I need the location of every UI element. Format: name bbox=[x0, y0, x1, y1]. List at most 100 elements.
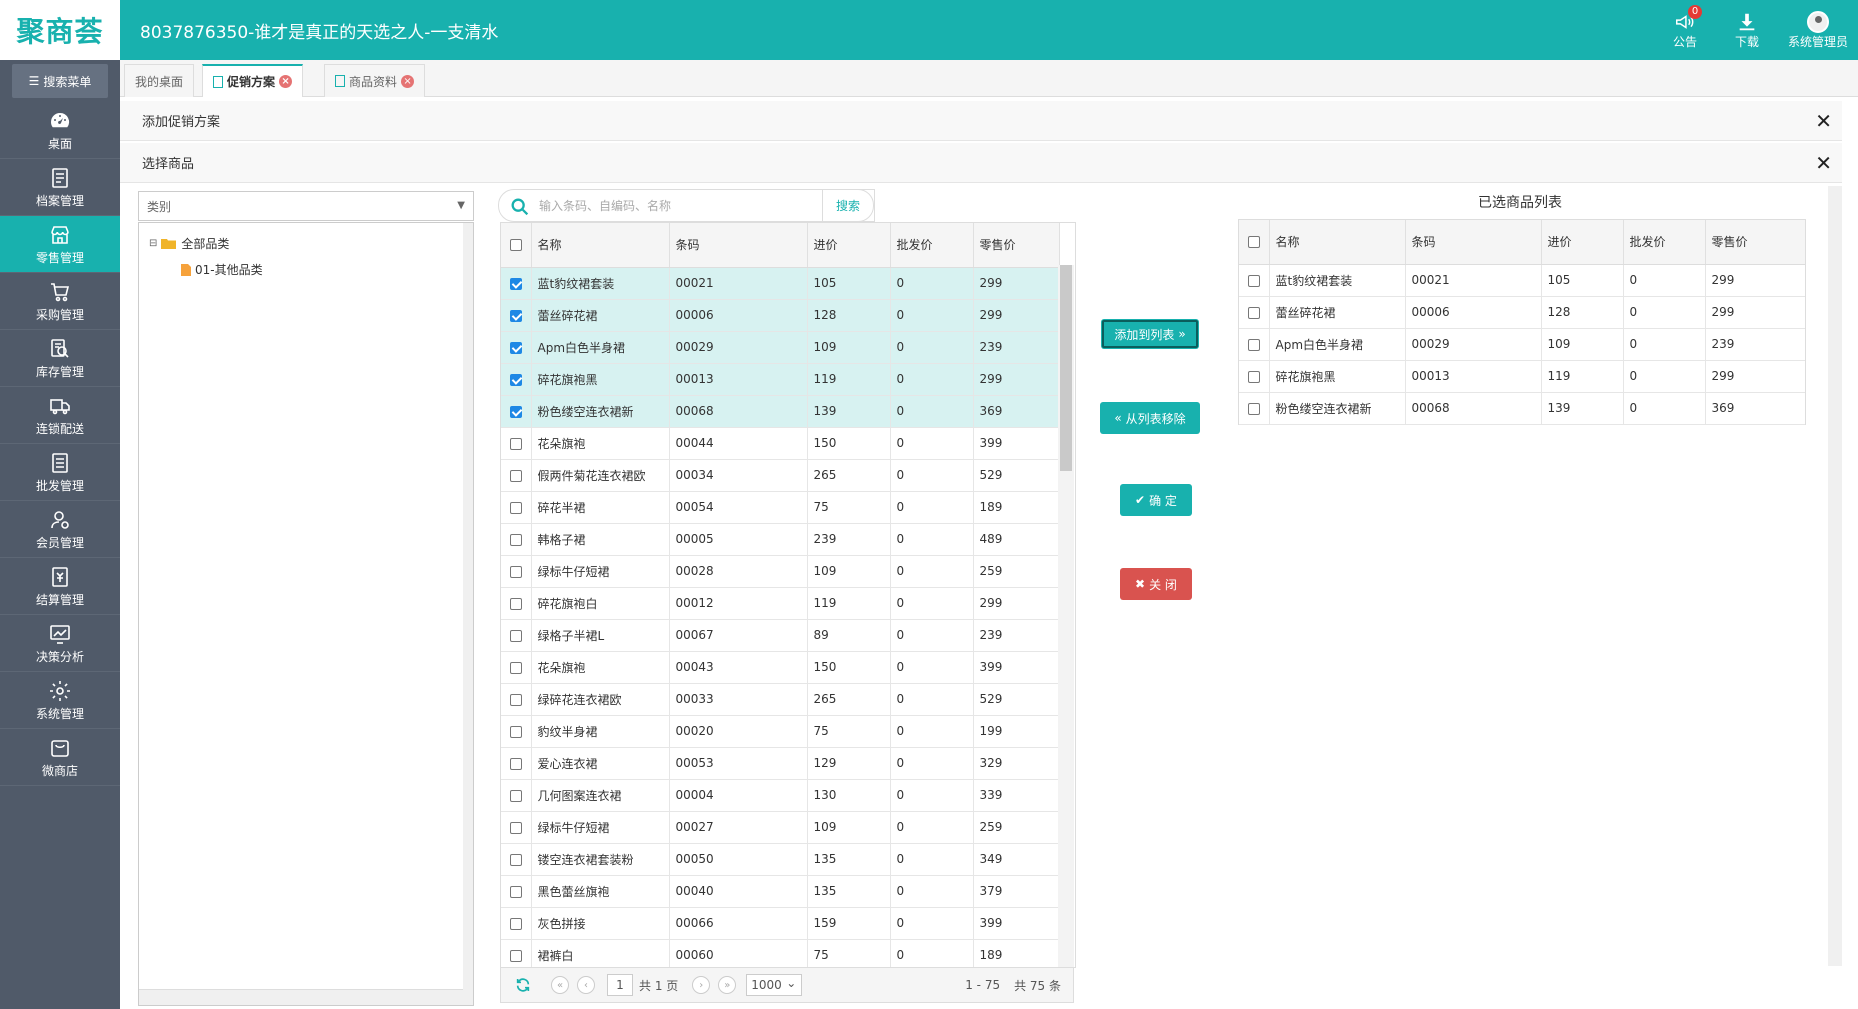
table-row[interactable]: 几何图案连衣裙 00004 130 0 339 bbox=[501, 779, 1060, 812]
scrollbar-thumb[interactable] bbox=[1060, 265, 1072, 471]
sidebar-item-purchase[interactable]: 采购管理 bbox=[0, 273, 120, 330]
sidebar-item-wholesale[interactable]: 批发管理 bbox=[0, 444, 120, 501]
column-header[interactable]: 零售价 bbox=[1705, 220, 1805, 265]
column-header[interactable]: 进价 bbox=[807, 223, 891, 268]
column-header[interactable]: 名称 bbox=[1269, 220, 1406, 265]
download-button[interactable]: 下载 bbox=[1716, 0, 1778, 60]
row-checkbox[interactable] bbox=[501, 875, 532, 908]
close-icon[interactable]: × bbox=[279, 75, 293, 88]
add-to-list-button[interactable]: 添加到列表 » bbox=[1101, 319, 1199, 349]
column-header[interactable]: 条码 bbox=[669, 223, 808, 268]
sidebar-item-chain-delivery[interactable]: 连锁配送 bbox=[0, 387, 120, 444]
column-header[interactable]: 名称 bbox=[531, 223, 670, 268]
row-checkbox[interactable] bbox=[501, 299, 532, 332]
category-select[interactable]: 类别 ▼ bbox=[138, 191, 474, 221]
tab-goods-info[interactable]: 商品资料 × bbox=[324, 64, 426, 97]
row-checkbox[interactable] bbox=[501, 523, 532, 556]
sidebar-item-retail[interactable]: 零售管理 bbox=[0, 216, 120, 273]
app-logo[interactable]: 聚商荟 bbox=[0, 0, 120, 60]
row-checkbox[interactable] bbox=[501, 907, 532, 940]
tree-horizontal-scrollbar[interactable] bbox=[139, 989, 463, 1005]
notice-button[interactable]: 0 公告 bbox=[1654, 0, 1716, 60]
remove-from-list-button[interactable]: « 从列表移除 bbox=[1100, 402, 1200, 434]
row-checkbox[interactable] bbox=[1239, 264, 1270, 297]
table-row[interactable]: 粉色缕空连衣裙新 00068 139 0 369 bbox=[1239, 392, 1805, 425]
tab-my-desktop[interactable]: 我的桌面 bbox=[124, 64, 195, 97]
table-row[interactable]: 蓝t豹纹裙套装 00021 105 0 299 bbox=[1239, 264, 1805, 297]
page-input[interactable]: 1 bbox=[607, 974, 633, 996]
row-checkbox[interactable] bbox=[501, 651, 532, 684]
close-panel-button[interactable]: ✕ bbox=[1815, 109, 1832, 133]
row-checkbox[interactable] bbox=[501, 843, 532, 876]
row-checkbox[interactable] bbox=[501, 331, 532, 364]
refresh-icon[interactable] bbox=[515, 977, 531, 993]
table-row[interactable]: 镂空连衣裙套装粉 00050 135 0 349 bbox=[501, 843, 1060, 876]
table-row[interactable]: 碎花旗袍白 00012 119 0 299 bbox=[501, 587, 1060, 620]
tree-vertical-scrollbar[interactable] bbox=[463, 223, 473, 1005]
row-checkbox[interactable] bbox=[501, 363, 532, 396]
table-row[interactable]: 韩格子裙 00005 239 0 489 bbox=[501, 523, 1060, 556]
sidebar-item-inventory[interactable]: 库存管理 bbox=[0, 330, 120, 387]
last-page-button[interactable]: » bbox=[718, 976, 737, 994]
row-checkbox[interactable] bbox=[501, 779, 532, 812]
row-checkbox[interactable] bbox=[501, 555, 532, 588]
sidebar-item-archive[interactable]: 档案管理 bbox=[0, 159, 120, 216]
table-row[interactable]: 碎花旗袍黑 00013 119 0 299 bbox=[1239, 360, 1805, 393]
row-checkbox[interactable] bbox=[501, 459, 532, 492]
row-checkbox[interactable] bbox=[1239, 328, 1270, 361]
select-all-checkbox[interactable] bbox=[1239, 220, 1270, 265]
column-header[interactable]: 进价 bbox=[1541, 220, 1624, 265]
close-button[interactable]: ✖ 关 闭 bbox=[1120, 568, 1192, 600]
row-checkbox[interactable] bbox=[1239, 360, 1270, 393]
row-checkbox[interactable] bbox=[501, 267, 532, 300]
select-all-checkbox[interactable] bbox=[501, 223, 532, 268]
table-row[interactable]: 爱心连衣裙 00053 129 0 329 bbox=[501, 747, 1060, 780]
sidebar-item-analysis[interactable]: 决策分析 bbox=[0, 615, 120, 672]
table-row[interactable]: 绿标牛仔短裙 00027 109 0 259 bbox=[501, 811, 1060, 844]
table-row[interactable]: 碎花旗袍黑 00013 119 0 299 bbox=[501, 363, 1060, 396]
collapse-icon[interactable]: ⊟ bbox=[149, 238, 157, 249]
tree-node-root[interactable]: ⊟ 全部品类 bbox=[149, 235, 229, 252]
column-header[interactable]: 批发价 bbox=[1623, 220, 1706, 265]
row-checkbox[interactable] bbox=[501, 395, 532, 428]
sidebar-item-settlement[interactable]: 结算管理 bbox=[0, 558, 120, 615]
sidebar-item-desktop[interactable]: 桌面 bbox=[0, 102, 120, 159]
sidebar-item-microstore[interactable]: 微商店 bbox=[0, 729, 120, 786]
first-page-button[interactable]: « bbox=[551, 976, 569, 994]
tab-promotion[interactable]: 促销方案 × bbox=[202, 64, 304, 97]
table-row[interactable]: 绿碎花连衣裙欧 00033 265 0 529 bbox=[501, 683, 1060, 716]
dialog-vertical-scrollbar[interactable] bbox=[1828, 186, 1842, 966]
row-checkbox[interactable] bbox=[1239, 392, 1270, 425]
table-row[interactable]: 花朵旗袍 00043 150 0 399 bbox=[501, 651, 1060, 684]
search-button[interactable]: 搜索 bbox=[822, 189, 874, 222]
close-icon[interactable]: × bbox=[401, 74, 415, 88]
table-row[interactable]: 粉色缕空连衣裙新 00068 139 0 369 bbox=[501, 395, 1060, 428]
table-row[interactable]: 绿标牛仔短裙 00028 109 0 259 bbox=[501, 555, 1060, 588]
sidebar-item-system[interactable]: 系统管理 bbox=[0, 672, 120, 729]
tree-node-child[interactable]: 01-其他品类 bbox=[181, 261, 263, 278]
sidebar-item-member[interactable]: 会员管理 bbox=[0, 501, 120, 558]
table-row[interactable]: 黑色蕾丝旗袍 00040 135 0 379 bbox=[501, 875, 1060, 908]
next-page-button[interactable]: › bbox=[692, 976, 711, 994]
row-checkbox[interactable] bbox=[501, 491, 532, 524]
user-menu[interactable]: 系统管理员 bbox=[1778, 0, 1858, 60]
table-row[interactable]: 蕾丝碎花裙 00006 128 0 299 bbox=[501, 299, 1060, 332]
search-input[interactable]: 输入条码、自编码、名称 bbox=[498, 189, 875, 222]
column-header[interactable]: 批发价 bbox=[890, 223, 974, 268]
table-row[interactable]: 花朵旗袍 00044 150 0 399 bbox=[501, 427, 1060, 460]
prev-page-button[interactable]: ‹ bbox=[577, 976, 595, 994]
table-row[interactable]: 碎花半裙 00054 75 0 189 bbox=[501, 491, 1060, 524]
table-row[interactable]: 假两件菊花连衣裙欧 00034 265 0 529 bbox=[501, 459, 1060, 492]
goods-vertical-scrollbar[interactable] bbox=[1058, 265, 1074, 967]
column-header[interactable]: 条码 bbox=[1405, 220, 1542, 265]
table-row[interactable]: 绿格子半裙L 00067 89 0 239 bbox=[501, 619, 1060, 652]
table-row[interactable]: Apm白色半身裙 00029 109 0 239 bbox=[1239, 328, 1805, 361]
row-checkbox[interactable] bbox=[501, 939, 532, 967]
table-row[interactable]: 蓝t豹纹裙套装 00021 105 0 299 bbox=[501, 267, 1060, 300]
close-dialog-button[interactable]: ✕ bbox=[1815, 151, 1832, 175]
row-checkbox[interactable] bbox=[501, 427, 532, 460]
confirm-button[interactable]: ✔ 确 定 bbox=[1120, 484, 1192, 516]
table-row[interactable]: Apm白色半身裙 00029 109 0 239 bbox=[501, 331, 1060, 364]
search-menu-button[interactable]: ☰ 搜索菜单 bbox=[12, 64, 108, 98]
page-size-select[interactable]: 1000 bbox=[746, 973, 803, 996]
